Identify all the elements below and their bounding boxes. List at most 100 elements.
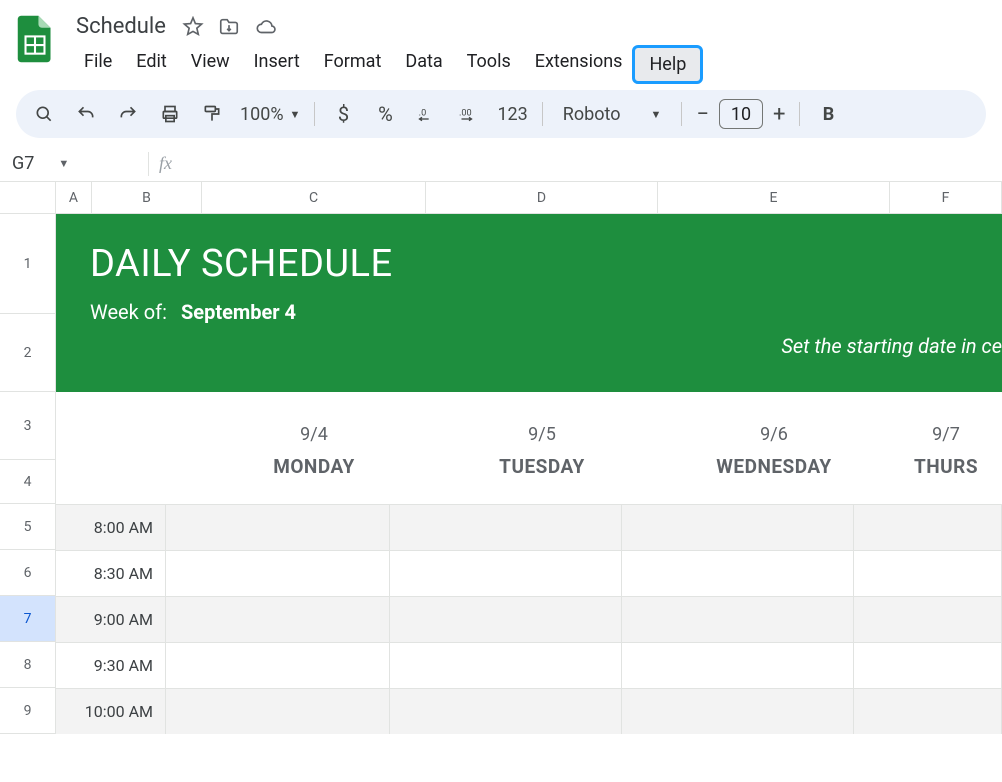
print-icon[interactable] (156, 98, 184, 130)
menu-data[interactable]: Data (393, 45, 454, 84)
row-header-8[interactable]: 8 (0, 642, 56, 688)
paint-format-icon[interactable] (198, 98, 226, 130)
time-row: 9:30 AM (56, 642, 1002, 688)
col-header-B[interactable]: B (92, 182, 202, 214)
menu-tools[interactable]: Tools (455, 45, 523, 84)
row-header-2[interactable]: 2 (0, 314, 56, 392)
cell[interactable] (166, 504, 390, 550)
row-header-4[interactable]: 4 (0, 460, 56, 504)
day-date: 9/7 (932, 424, 960, 445)
row-header-9[interactable]: 9 (0, 688, 56, 734)
time-row: 10:00 AM (56, 688, 1002, 734)
menu-help[interactable]: Help (632, 45, 703, 84)
formula-bar[interactable] (182, 155, 994, 173)
star-icon[interactable] (182, 16, 204, 38)
separator (148, 152, 149, 176)
day-date: 9/5 (528, 424, 556, 445)
select-all-corner[interactable] (0, 182, 56, 214)
cell[interactable] (390, 596, 622, 642)
cell[interactable] (166, 596, 390, 642)
cell[interactable] (622, 596, 854, 642)
fx-icon: fx (159, 153, 172, 174)
number-format-button[interactable]: 123 (497, 98, 527, 130)
cell[interactable] (390, 688, 622, 734)
menu-file[interactable]: File (72, 45, 124, 84)
separator (681, 102, 682, 126)
font-dropdown[interactable]: Roboto▼ (557, 98, 668, 130)
separator (799, 102, 800, 126)
font-size-input[interactable]: 10 (719, 99, 763, 129)
col-header-D[interactable]: D (426, 182, 658, 214)
currency-button[interactable]: $ (329, 98, 357, 130)
svg-text:.0: .0 (419, 109, 427, 119)
redo-icon[interactable] (114, 98, 142, 130)
day-name: WEDNESDAY (716, 455, 831, 478)
row-header-6[interactable]: 6 (0, 550, 56, 596)
cell[interactable] (854, 596, 1002, 642)
decrease-decimal-button[interactable]: .0 (413, 98, 441, 130)
day-column-tuesday: 9/5 TUESDAY (426, 424, 658, 478)
zoom-dropdown[interactable]: 100%▼ (240, 98, 300, 130)
name-box[interactable]: G7▼ (8, 153, 138, 174)
undo-icon[interactable] (72, 98, 100, 130)
time-label[interactable]: 8:00 AM (56, 504, 166, 550)
separator (542, 102, 543, 126)
day-name: MONDAY (273, 455, 355, 478)
doc-title[interactable]: Schedule (72, 12, 170, 41)
separator (314, 102, 315, 126)
row-header-3[interactable]: 3 (0, 392, 56, 460)
decrease-font-button[interactable]: − (696, 102, 709, 127)
percent-button[interactable]: % (371, 98, 399, 130)
col-header-C[interactable]: C (202, 182, 426, 214)
bold-button[interactable]: B (814, 98, 842, 130)
cell[interactable] (622, 642, 854, 688)
cell[interactable] (854, 550, 1002, 596)
cell[interactable] (166, 688, 390, 734)
cell[interactable] (166, 642, 390, 688)
day-column-thurs: 9/7THURS (890, 424, 1002, 478)
menu-insert[interactable]: Insert (242, 45, 312, 84)
time-row: 8:00 AM (56, 504, 1002, 550)
menu-extensions[interactable]: Extensions (523, 45, 635, 84)
day-name: TUESDAY (499, 455, 585, 478)
cloud-icon[interactable] (254, 16, 278, 38)
row-header-7[interactable]: 7 (0, 596, 56, 642)
banner: DAILY SCHEDULE Week of: September 4 Set … (56, 214, 1002, 392)
cell[interactable] (622, 504, 854, 550)
time-row: 9:00 AM (56, 596, 1002, 642)
col-header-A[interactable]: A (56, 182, 92, 214)
move-icon[interactable] (218, 16, 240, 38)
cell[interactable] (854, 688, 1002, 734)
menu-edit[interactable]: Edit (124, 45, 178, 84)
col-header-E[interactable]: E (658, 182, 890, 214)
time-row: 8:30 AM (56, 550, 1002, 596)
cell[interactable] (622, 688, 854, 734)
cell[interactable] (166, 550, 390, 596)
row-header-1[interactable]: 1 (0, 214, 56, 314)
cell[interactable] (390, 504, 622, 550)
time-label[interactable]: 9:00 AM (56, 596, 166, 642)
row-header-5[interactable]: 5 (0, 504, 56, 550)
cell[interactable] (622, 550, 854, 596)
col-header-F[interactable]: F (890, 182, 1002, 214)
menu-format[interactable]: Format (312, 45, 394, 84)
increase-font-button[interactable]: + (773, 102, 785, 127)
search-icon[interactable] (30, 98, 58, 130)
cell[interactable] (854, 642, 1002, 688)
time-label[interactable]: 9:30 AM (56, 642, 166, 688)
cell[interactable] (390, 550, 622, 596)
cell[interactable] (854, 504, 1002, 550)
time-label[interactable]: 10:00 AM (56, 688, 166, 734)
menu-view[interactable]: View (179, 45, 242, 84)
day-column-wednesday: 9/6WEDNESDAY (658, 424, 890, 478)
increase-decimal-button[interactable]: .00 (455, 98, 483, 130)
day-column-monday: 9/4 MONDAY (202, 424, 426, 478)
time-label[interactable]: 8:30 AM (56, 550, 166, 596)
week-date[interactable]: September 4 (181, 300, 296, 324)
week-label: Week of: (90, 300, 167, 324)
sheets-logo[interactable] (16, 8, 60, 64)
banner-title: DAILY SCHEDULE (90, 242, 1002, 286)
day-date: 9/4 (300, 424, 328, 445)
cell[interactable] (390, 642, 622, 688)
menu-bar: FileEditViewInsertFormatDataToolsExtensi… (72, 43, 986, 90)
